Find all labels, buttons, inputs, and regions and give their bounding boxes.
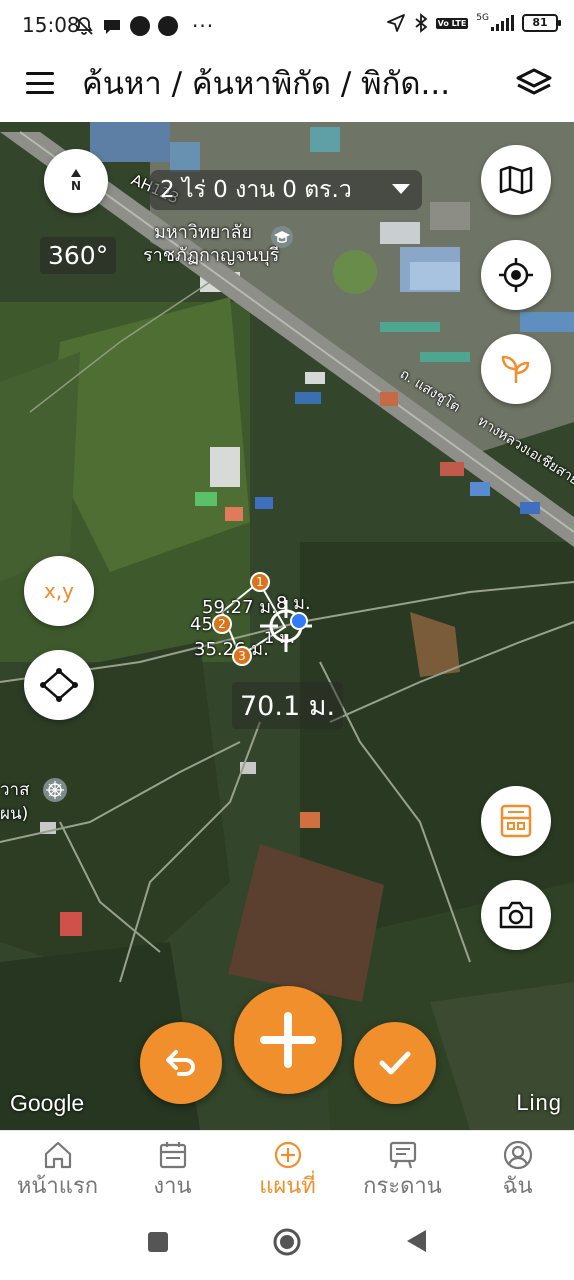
camera-icon — [499, 901, 533, 929]
poi-label-university-name: ราชภัฏกาญจนบุรี — [143, 245, 280, 266]
bluetooth-icon — [415, 13, 428, 33]
coordinate-input-button[interactable]: x,y — [24, 556, 94, 626]
notification-dot-icon — [158, 16, 178, 36]
status-bar: 15:08 ··· Vo LTE 5G 81 — [0, 0, 574, 50]
plus-icon — [260, 1012, 316, 1068]
system-navigation-bar — [0, 1206, 574, 1280]
crosshair-icon — [260, 600, 312, 652]
status-right-icons: Vo LTE 5G 81 — [386, 13, 561, 33]
polygon-icon — [40, 668, 78, 702]
compass-arrow-icon — [71, 169, 81, 177]
poi-label-temple-suffix: ผน) — [0, 804, 29, 824]
my-location-button[interactable] — [481, 240, 551, 310]
check-icon — [379, 1051, 411, 1075]
current-location-dot — [290, 612, 308, 630]
add-circle-icon — [274, 1141, 301, 1169]
map-type-button[interactable] — [481, 145, 551, 215]
hamburger-menu-icon[interactable] — [26, 72, 54, 94]
page-title: ค้นหา / ค้นหาพิกัด / พิกัด... — [82, 66, 451, 102]
nav-label-home: หน้าแรก — [16, 1174, 99, 1199]
nav-item-map[interactable]: แผนที่ — [230, 1139, 345, 1201]
school-icon — [271, 226, 293, 248]
bottom-navigation: หน้าแรก งาน แผนที่ กระดาน ฉัน — [0, 1130, 574, 1206]
nav-item-profile[interactable]: ฉัน — [460, 1139, 574, 1201]
distance-label: 70.1 ม. — [232, 682, 344, 729]
status-left-icons: ··· — [74, 14, 214, 38]
satellite-map[interactable]: AH123 มหาวิทยาลัย ราชภัฏกาญจนบุรี ถ. แสง… — [0, 122, 574, 1130]
app-bar: ค้นหา / ค้นหาพิกัด / พิกัด... — [0, 50, 574, 122]
calculator-button[interactable] — [481, 786, 551, 856]
volte-icon: Vo LTE — [435, 17, 469, 29]
board-icon — [389, 1141, 416, 1169]
vertex-marker[interactable]: 1 — [250, 572, 270, 592]
polygon-tool-button[interactable] — [24, 650, 94, 720]
plant-layer-button[interactable] — [481, 334, 551, 404]
poi-label-temple: วาส — [0, 780, 30, 800]
nav-label-map: แผนที่ — [259, 1174, 316, 1199]
area-value: 2 ไร่ 0 งาน 0 ตร.ว — [160, 177, 352, 203]
undo-button[interactable] — [140, 1022, 222, 1104]
home-icon — [44, 1141, 71, 1169]
map-icon — [499, 165, 533, 195]
sprout-icon — [501, 355, 530, 383]
compass-button[interactable]: N — [44, 149, 108, 213]
compass-north-label: N — [70, 179, 82, 193]
signal-icon — [491, 15, 514, 31]
nav-label-profile: ฉัน — [502, 1174, 533, 1199]
battery-icon: 81 — [522, 14, 561, 32]
nav-label-tasks: งาน — [153, 1174, 192, 1199]
profile-icon — [503, 1140, 532, 1170]
add-point-button[interactable] — [234, 986, 342, 1094]
more-notifications-icon: ··· — [192, 14, 215, 38]
google-attribution: Google — [10, 1090, 85, 1116]
nav-item-tasks[interactable]: งาน — [115, 1139, 230, 1201]
vertex-marker[interactable]: 3 — [232, 646, 252, 666]
mute-bell-icon — [75, 17, 93, 35]
heading-label: 360° — [40, 237, 117, 274]
nav-item-home[interactable]: หน้าแรก — [0, 1139, 115, 1201]
chevron-down-icon — [392, 184, 410, 194]
nav-item-board[interactable]: กระดาน — [345, 1139, 460, 1201]
nav-label-board: กระดาน — [363, 1174, 442, 1199]
undo-icon — [166, 1050, 196, 1076]
vertex-marker[interactable]: 2 — [212, 614, 232, 634]
recent-apps-button[interactable] — [146, 1230, 170, 1254]
coordinate-button-label: x,y — [43, 579, 75, 603]
area-unit-selector[interactable]: 2 ไร่ 0 งาน 0 ตร.ว — [150, 170, 422, 210]
status-time: 15:08 — [22, 13, 80, 37]
gps-target-icon — [499, 258, 533, 292]
chat-bubble-icon — [104, 20, 120, 34]
calendar-icon — [159, 1142, 186, 1169]
calculator-icon — [500, 804, 532, 838]
location-arrow-icon — [386, 14, 405, 32]
notification-dot-icon — [130, 16, 150, 36]
ling-brand: Ling — [516, 1090, 562, 1115]
home-button[interactable] — [272, 1227, 302, 1257]
confirm-button[interactable] — [354, 1022, 436, 1104]
temple-icon — [43, 778, 67, 802]
camera-button[interactable] — [481, 880, 551, 950]
layers-icon[interactable] — [514, 66, 554, 100]
network-type: 5G — [476, 13, 489, 23]
back-button[interactable] — [404, 1228, 428, 1254]
